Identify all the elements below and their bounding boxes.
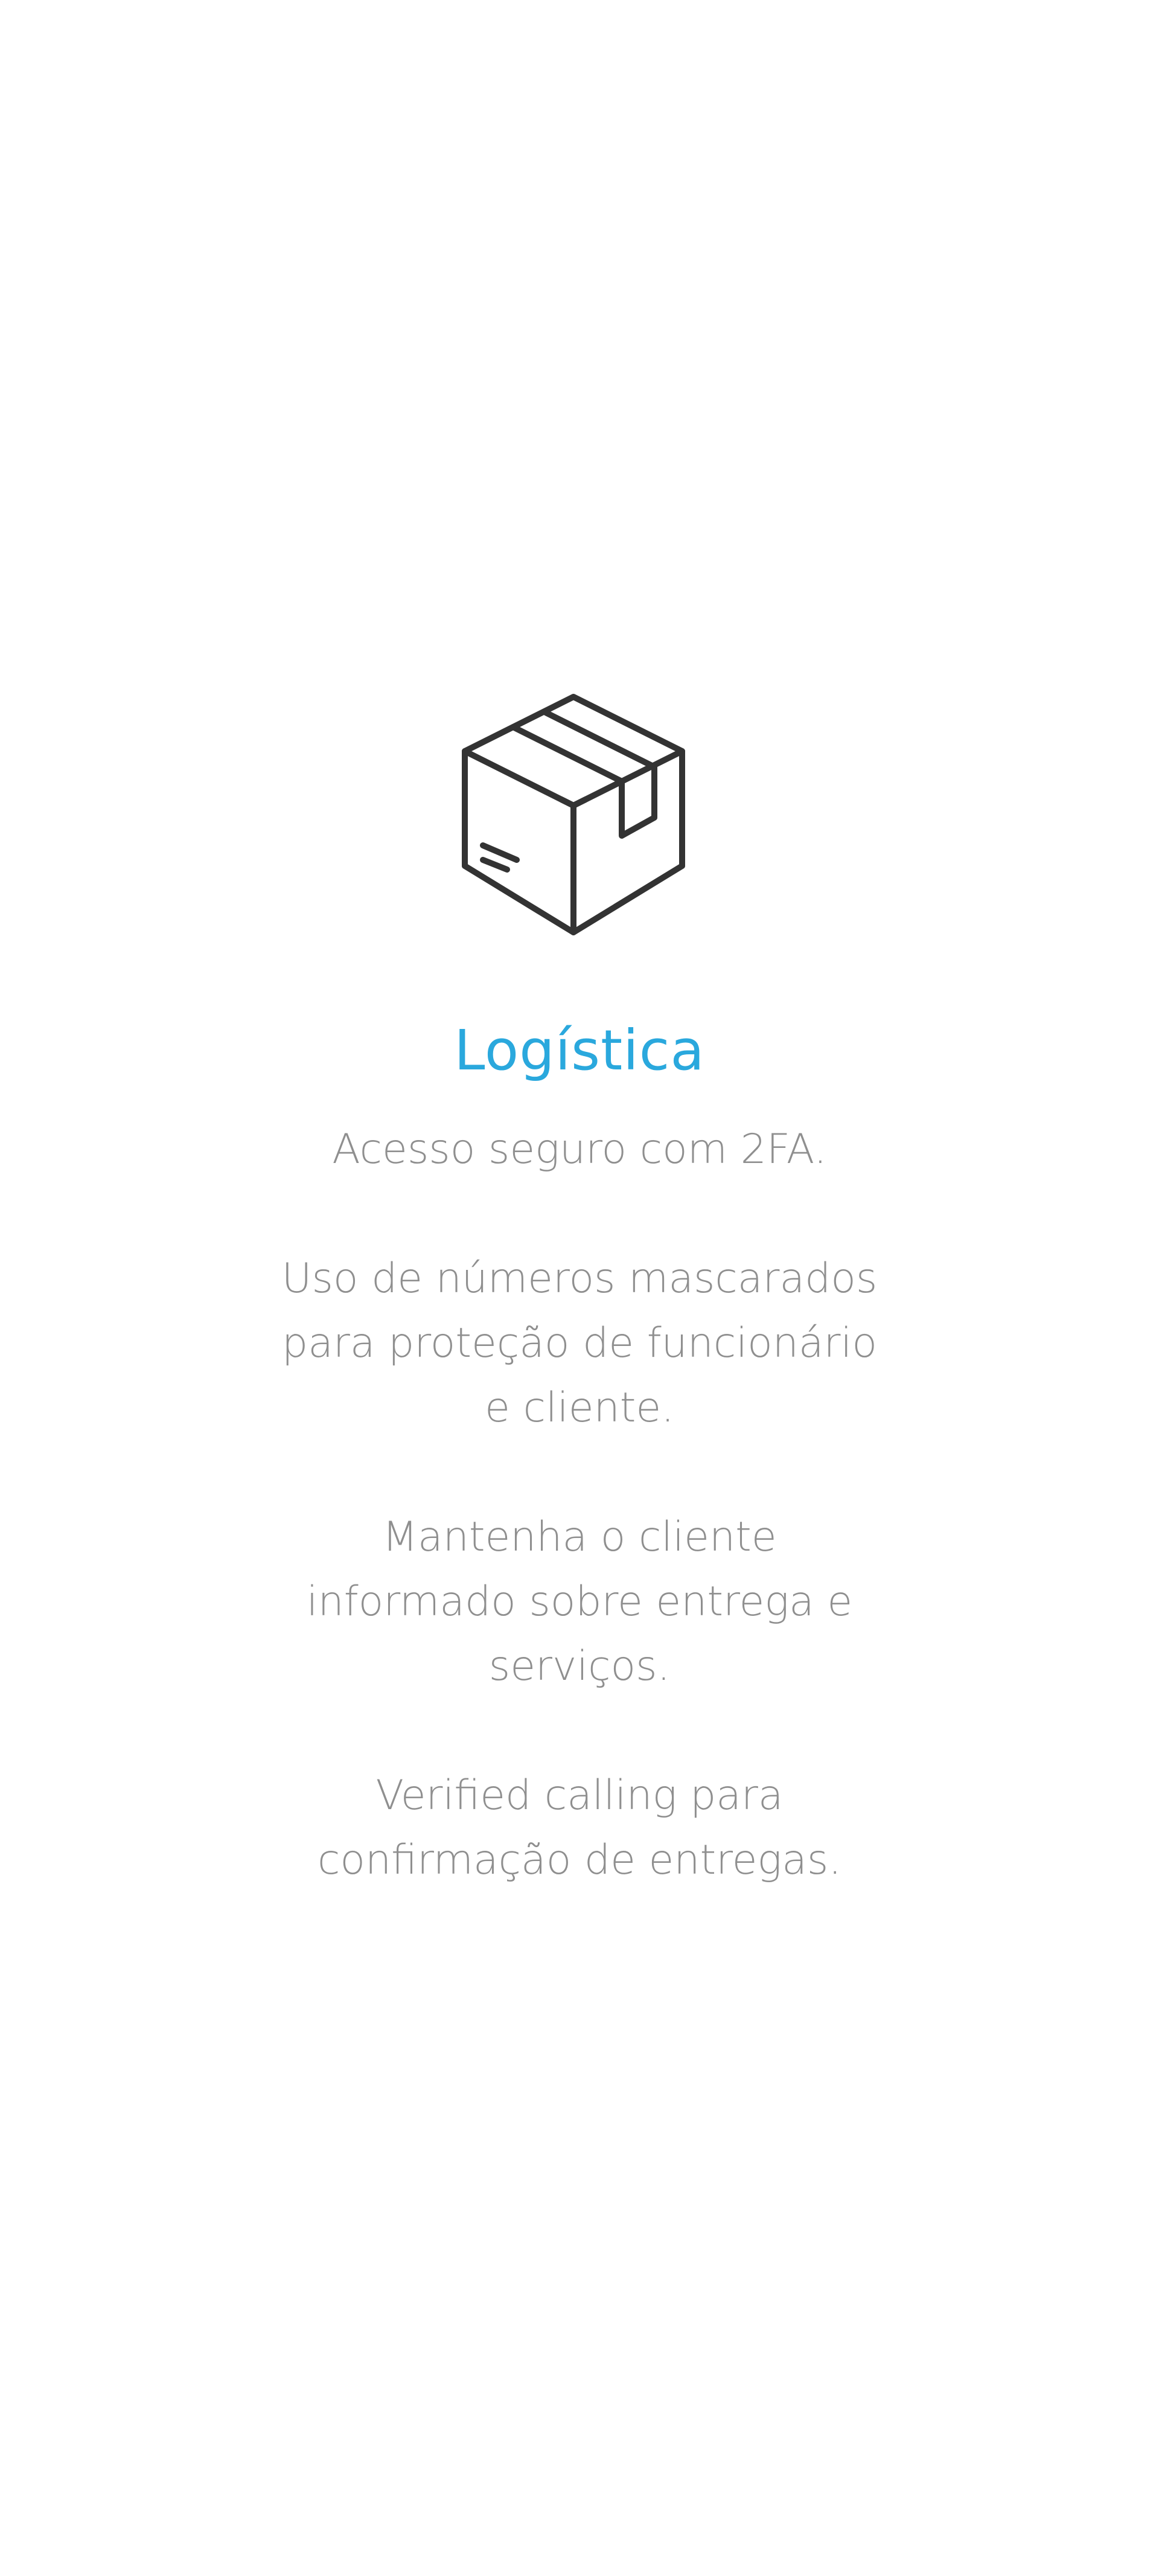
- section-title: Logística: [454, 1018, 705, 1083]
- page: Logística Acesso seguro com 2FA. Uso de …: [0, 0, 1159, 2576]
- feature-item-2fa: Acesso seguro com 2FA.: [332, 1126, 827, 1173]
- package-box-icon: [459, 688, 700, 942]
- feature-item-verified-calling: Verified calling para confirmação de ent…: [318, 1772, 841, 1884]
- feature-list: Acesso seguro com 2FA. Uso de números ma…: [278, 1117, 881, 1892]
- feature-item-masked-numbers: Uso de números mascarados para proteção …: [281, 1255, 878, 1432]
- logistics-section: Logística Acesso seguro com 2FA. Uso de …: [0, 688, 1159, 1892]
- feature-item-delivery-updates: Mantenha o cliente informado sobre entre…: [306, 1513, 853, 1690]
